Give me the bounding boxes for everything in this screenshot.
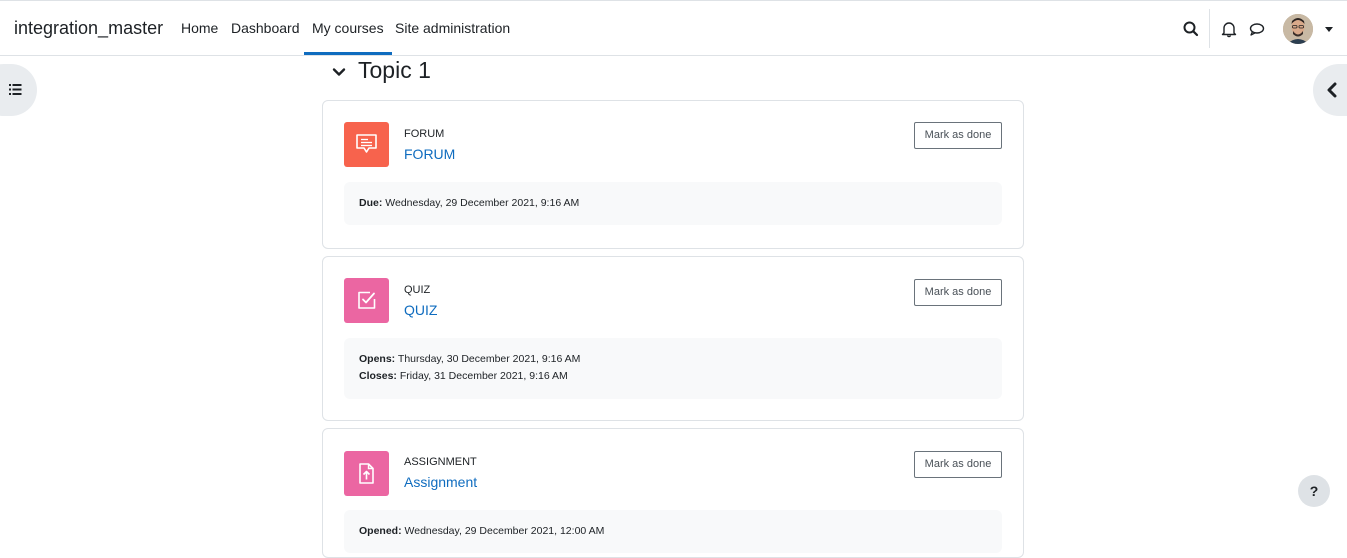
- nav-home[interactable]: Home: [181, 20, 218, 36]
- avatar[interactable]: [1283, 14, 1313, 44]
- activity-type: QUIZ: [404, 284, 431, 296]
- date-line: Due: Wednesday, 29 December 2021, 9:16 A…: [359, 197, 580, 209]
- list-icon: [9, 84, 22, 95]
- date-line: Opens: Thursday, 30 December 2021, 9:16 …: [359, 353, 581, 365]
- activity-dates: Due: Wednesday, 29 December 2021, 9:16 A…: [344, 182, 1002, 225]
- mark-as-done-button[interactable]: Mark as done: [914, 279, 1002, 306]
- section-title: Topic 1: [358, 57, 431, 83]
- chevron-down-icon[interactable]: [332, 65, 346, 79]
- nav-site-administration[interactable]: Site administration: [395, 20, 510, 36]
- help-button[interactable]: ?: [1298, 475, 1330, 507]
- mark-as-done-button[interactable]: Mark as done: [914, 451, 1002, 478]
- activity-card-forum: FORUM FORUM Mark as done Due: Wednesday,…: [322, 100, 1024, 249]
- assignment-icon[interactable]: [344, 451, 389, 496]
- mark-as-done-button[interactable]: Mark as done: [914, 122, 1002, 149]
- activity-type: FORUM: [404, 128, 445, 140]
- site-brand[interactable]: integration_master: [14, 18, 163, 39]
- nav-my-courses[interactable]: My courses: [304, 20, 392, 55]
- navbar: integration_master Home Dashboard My cou…: [0, 0, 1347, 56]
- activity-type: ASSIGNMENT: [404, 456, 477, 468]
- bell-icon[interactable]: [1219, 19, 1239, 39]
- activity-dates: Opened: Wednesday, 29 December 2021, 12:…: [344, 510, 1002, 553]
- activity-card-assignment: ASSIGNMENT Assignment Mark as done Opene…: [322, 428, 1024, 558]
- nav-dashboard[interactable]: Dashboard: [231, 20, 300, 36]
- chevron-left-icon: [1327, 82, 1337, 98]
- search-icon[interactable]: [1181, 19, 1201, 39]
- forum-icon[interactable]: [344, 122, 389, 167]
- course-index-toggle[interactable]: [0, 64, 37, 116]
- chat-icon[interactable]: [1247, 19, 1267, 39]
- quiz-icon[interactable]: [344, 278, 389, 323]
- navbar-divider: [1209, 9, 1210, 48]
- activity-card-quiz: QUIZ QUIZ Mark as done Opens: Thursday, …: [322, 256, 1024, 421]
- activity-link[interactable]: FORUM: [404, 146, 455, 162]
- block-drawer-toggle[interactable]: [1313, 64, 1347, 116]
- activity-link[interactable]: QUIZ: [404, 302, 437, 318]
- activity-dates: Opens: Thursday, 30 December 2021, 9:16 …: [344, 338, 1002, 399]
- chevron-down-icon[interactable]: [1325, 27, 1333, 32]
- date-line: Opened: Wednesday, 29 December 2021, 12:…: [359, 525, 605, 537]
- date-line: Closes: Friday, 31 December 2021, 9:16 A…: [359, 370, 568, 382]
- activity-link[interactable]: Assignment: [404, 474, 477, 490]
